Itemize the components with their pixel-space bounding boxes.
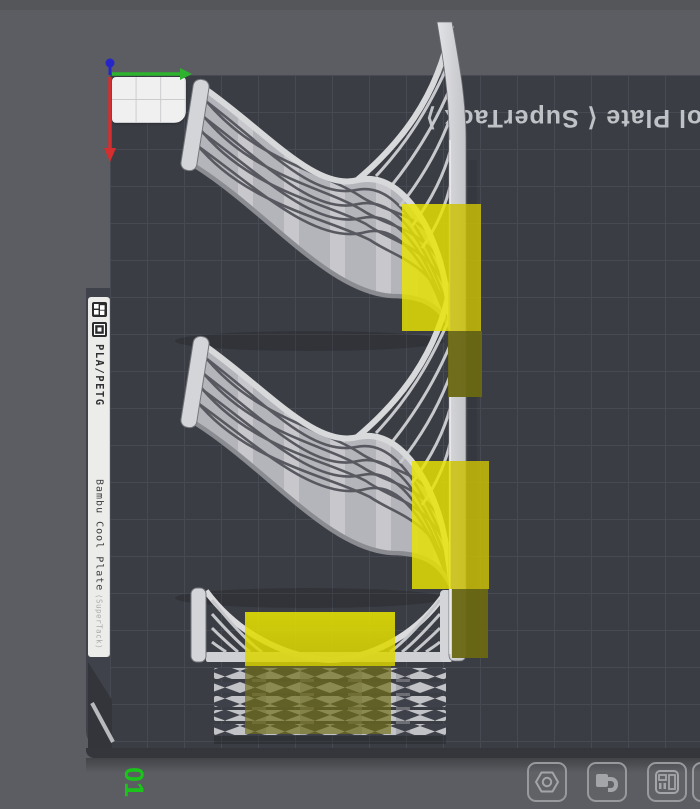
plate-extra-button[interactable] [692,762,700,802]
plate-corner-notch [88,662,113,748]
axes-indicator [104,59,192,163]
plate-subname-label: ⟨SuperTack⟩ [95,594,104,649]
bar-chart-icon [654,769,680,795]
padlock-icon [594,769,620,795]
plate-material-label: PLA/PETG [93,344,105,407]
modifier-box-2[interactable] [412,461,489,589]
plate-number-label: 01 [115,762,153,802]
bambu-logo-icon [92,302,107,317]
lock-plate-button[interactable] [587,762,627,802]
plate-side-label: PLA/PETG Bambu Cool Plate ⟨SuperTack⟩ [88,297,110,657]
plate-number[interactable]: 01 [114,763,154,803]
qr-code-icon [92,322,107,337]
modifier-box-2-below-plate [452,589,488,658]
modifier-box-3-below-plate [245,666,391,734]
hexagon-gear-icon [534,769,560,795]
plate-name-label: Bambu Cool Plate [94,479,105,591]
modifier-box-3[interactable] [245,612,395,666]
plate-settings-button[interactable] [527,762,567,802]
modifier-box-1[interactable] [402,204,481,331]
modifier-box-1-below-plate [448,331,482,397]
plate-stats-button[interactable] [647,762,687,802]
